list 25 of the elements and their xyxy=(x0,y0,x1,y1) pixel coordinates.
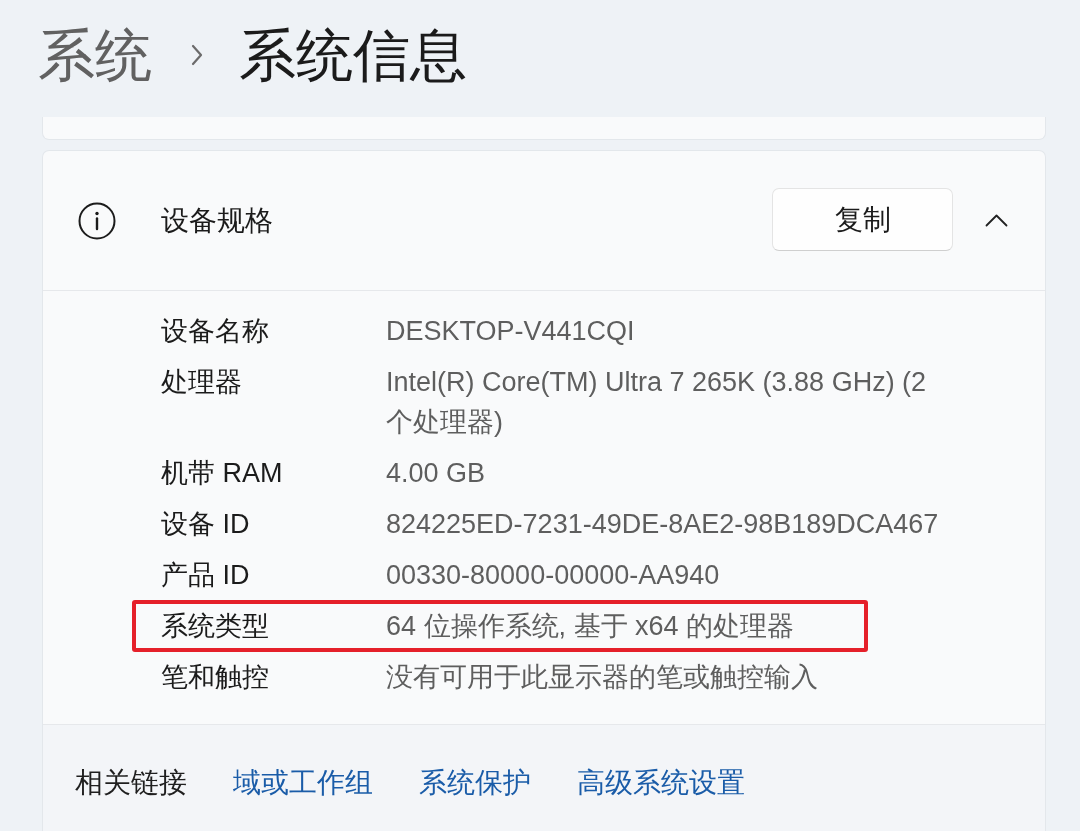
spec-label: 产品 ID xyxy=(161,559,251,592)
spec-label: 设备名称 xyxy=(161,315,270,348)
related-link[interactable]: 高级系统设置 xyxy=(577,763,745,803)
info-icon xyxy=(78,201,116,240)
related-link[interactable]: 系统保护 xyxy=(419,763,531,803)
spec-value: 64 位操作系统, 基于 x64 的处理器 xyxy=(386,610,796,643)
page-title: 系统信息 xyxy=(239,22,467,89)
chevron-up-icon[interactable] xyxy=(985,214,1008,227)
related-links-label: 相关链接 xyxy=(75,766,187,800)
copy-button[interactable]: 复制 xyxy=(772,188,953,251)
section-title: 设备规格 xyxy=(161,203,273,238)
spec-value: DESKTOP-V441CQI xyxy=(386,315,636,348)
spec-label: 系统类型 xyxy=(161,610,270,643)
spec-value: Intel(R) Core(TM) Ultra 7 265K (3.88 GHz) (2 个处理器) xyxy=(386,366,928,439)
spec-value: 4.00 GB xyxy=(386,457,487,490)
spec-label: 设备 ID xyxy=(161,508,251,541)
spec-value: 00330-80000-00000-AA940 xyxy=(386,559,721,592)
spec-value: 824225ED-7231-49DE-8AE2-98B189DCA467 xyxy=(386,508,940,541)
chevron-right-icon xyxy=(190,43,204,67)
spec-label: 处理器 xyxy=(161,366,243,399)
spec-label: 机带 RAM xyxy=(161,457,284,490)
spec-label: 笔和触控 xyxy=(161,661,270,694)
breadcrumb-link[interactable]: 系统 xyxy=(38,20,152,90)
spec-value: 没有可用于此显示器的笔或触控输入 xyxy=(386,661,819,694)
related-link[interactable]: 域或工作组 xyxy=(233,763,373,803)
